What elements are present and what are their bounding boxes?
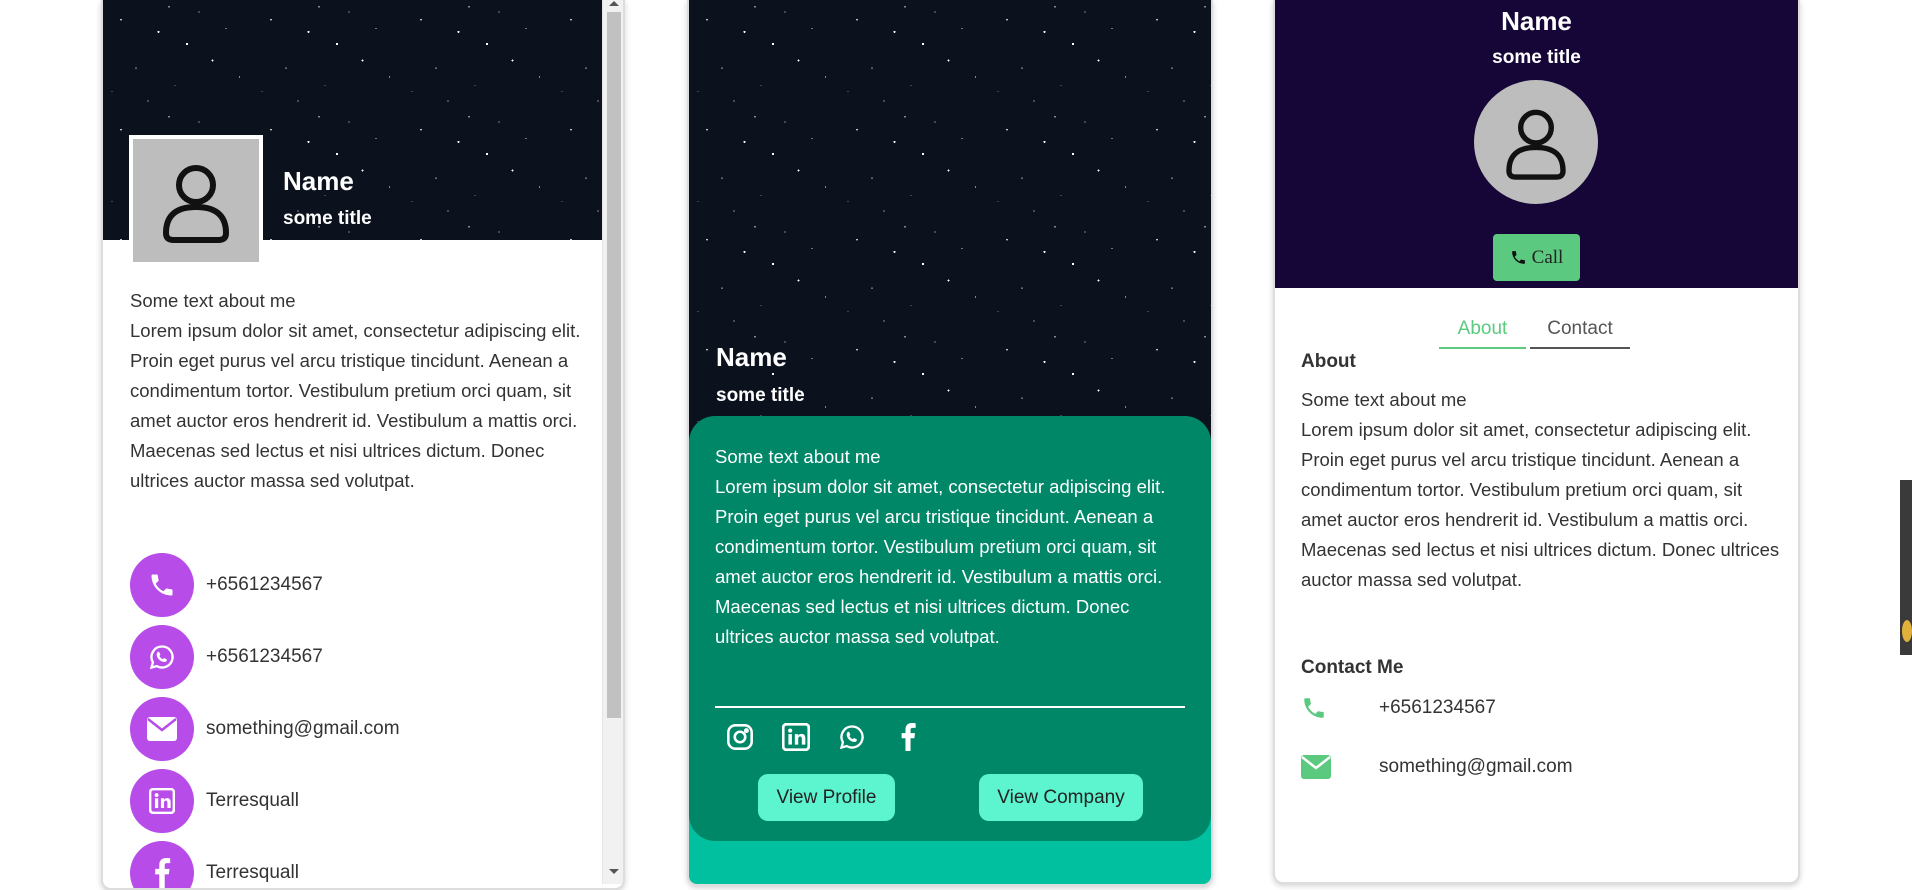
phone-icon: [151, 574, 173, 596]
contact-email[interactable]: something@gmail.com: [1301, 755, 1573, 779]
facebook-icon: [901, 723, 916, 751]
contact-list: +6561234567 +6561234567 something@gmail.…: [130, 553, 400, 888]
social-links: [725, 722, 923, 752]
starry-background: [689, 0, 1211, 450]
whatsapp-icon: [839, 725, 864, 750]
about-section: Some text about me Lorem ipsum dolor sit…: [715, 442, 1185, 652]
scroll-up-arrow[interactable]: [609, 1, 619, 6]
profile-title: some title: [1492, 47, 1581, 68]
profile-name: Name: [283, 166, 354, 196]
profile-name: Name: [1501, 6, 1572, 36]
facebook-link[interactable]: [893, 722, 923, 752]
facebook-icon: [155, 858, 171, 888]
divider: [715, 706, 1185, 708]
card-header: Name some title Call: [1275, 0, 1798, 288]
side-widget: [1900, 480, 1912, 655]
profile-card-1: Name some title Some text about me Lorem…: [101, 0, 625, 890]
contact-text: +6561234567: [206, 574, 323, 595]
page: Name some title Some text about me Lorem…: [0, 0, 1912, 890]
about-text: Lorem ipsum dolor sit amet, consectetur …: [1301, 419, 1780, 590]
profile-card-3: Name some title Call About Contact About…: [1273, 0, 1800, 884]
profile-card-2: Name some title Some text about me Lorem…: [687, 0, 1213, 886]
info-panel: Some text about me Lorem ipsum dolor sit…: [689, 416, 1211, 841]
about-text: Lorem ipsum dolor sit amet, consectetur …: [715, 476, 1166, 647]
contact-title: Contact Me: [1301, 657, 1404, 678]
about-title: About: [1301, 351, 1356, 372]
tab-bar: About Contact: [1439, 310, 1630, 349]
call-button[interactable]: Call: [1493, 234, 1580, 281]
whatsapp-icon: [149, 645, 174, 670]
user-icon: [1506, 109, 1566, 180]
profile-title: some title: [716, 385, 805, 406]
profile-title: some title: [283, 208, 372, 229]
user-icon: [162, 164, 230, 243]
contact-text: something@gmail.com: [206, 718, 400, 739]
linkedin-icon: [149, 788, 175, 814]
contact-text: Terresquall: [206, 862, 299, 883]
tab-about[interactable]: About: [1439, 310, 1526, 349]
scrollbar-thumb[interactable]: [607, 12, 621, 718]
contact-whatsapp[interactable]: +6561234567: [130, 625, 400, 689]
linkedin-link[interactable]: [781, 722, 811, 752]
tab-contact[interactable]: Contact: [1530, 310, 1630, 349]
contact-text: something@gmail.com: [1379, 756, 1573, 777]
envelope-icon: [1301, 755, 1331, 779]
scrollbar[interactable]: [602, 0, 623, 884]
profile-name: Name: [716, 342, 787, 372]
avatar: [129, 135, 263, 266]
contact-text: Terresquall: [206, 790, 299, 811]
contact-text: +6561234567: [206, 646, 323, 667]
contact-phone[interactable]: +6561234567: [130, 553, 400, 617]
contact-phone[interactable]: +6561234567: [1301, 695, 1496, 721]
contact-linkedin[interactable]: Terresquall: [130, 769, 400, 833]
about-section: Some text about me Lorem ipsum dolor sit…: [1301, 385, 1781, 595]
view-profile-button[interactable]: View Profile: [758, 774, 895, 821]
call-label: Call: [1531, 246, 1564, 268]
whatsapp-link[interactable]: [837, 722, 867, 752]
instagram-icon: [727, 724, 753, 750]
linkedin-icon: [782, 723, 810, 751]
about-heading: Some text about me: [1301, 389, 1467, 410]
about-text: Lorem ipsum dolor sit amet, consectetur …: [130, 320, 581, 491]
contact-text: +6561234567: [1379, 697, 1496, 718]
about-heading: Some text about me: [130, 290, 296, 311]
view-company-button[interactable]: View Company: [979, 774, 1143, 821]
about-heading: Some text about me: [715, 446, 881, 467]
phone-icon: [1511, 251, 1525, 264]
scroll-down-arrow[interactable]: [609, 869, 619, 874]
avatar: [1474, 80, 1598, 204]
contact-facebook[interactable]: Terresquall: [130, 841, 400, 888]
instagram-link[interactable]: [725, 722, 755, 752]
phone-icon: [1304, 698, 1324, 718]
contact-email[interactable]: something@gmail.com: [130, 697, 400, 761]
envelope-icon: [147, 717, 177, 741]
about-section: Some text about me Lorem ipsum dolor sit…: [130, 286, 585, 496]
